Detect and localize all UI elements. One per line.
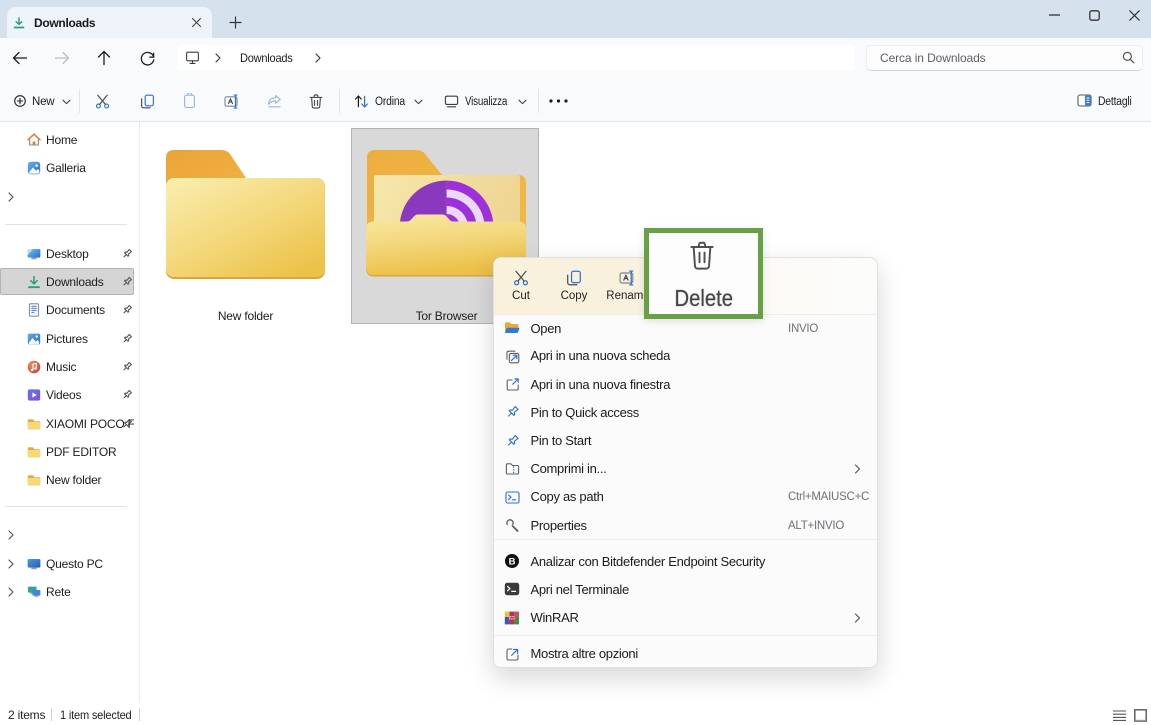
svg-text:B: B [509, 556, 516, 567]
